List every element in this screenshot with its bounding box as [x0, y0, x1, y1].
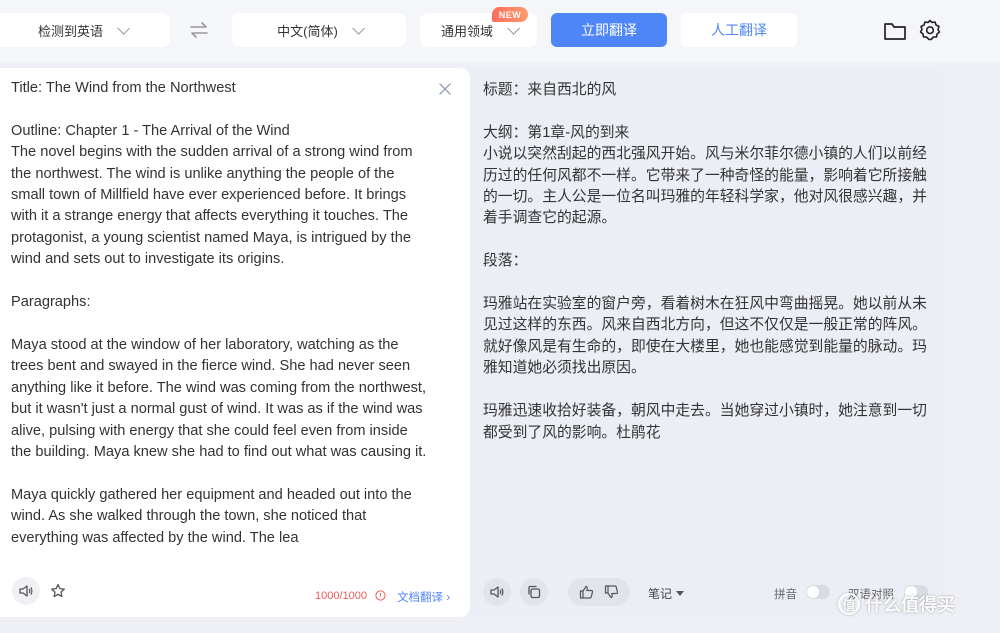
target-panel: 标题：来自西北的风 大纲：第1章-风的到来 小说以突然刮起的西北强风开始。风与米…: [470, 68, 944, 617]
swap-languages-icon[interactable]: [189, 21, 209, 39]
top-toolbar: 检测到英语 中文(简体) 通用领域 NEW 立即翻译 人工翻译: [0, 0, 1000, 62]
watermark-text: 什么值得买: [865, 595, 955, 615]
speaker-icon: [490, 586, 504, 598]
chevron-down-icon: [352, 21, 365, 35]
source-textarea[interactable]: Title: The Wind from the Northwest Outli…: [11, 78, 431, 549]
domain-label: 通用领域: [440, 23, 493, 39]
target-speaker-button[interactable]: [483, 578, 511, 606]
gear-icon[interactable]: [918, 18, 942, 42]
chevron-down-icon: [507, 21, 520, 35]
pinyin-toggle[interactable]: [806, 585, 830, 599]
caret-down-icon: [676, 591, 685, 596]
translate-now-button[interactable]: 立即翻译: [551, 13, 667, 47]
pinyin-label: 拼音: [774, 589, 797, 601]
copy-button[interactable]: [520, 578, 548, 606]
source-speaker-button[interactable]: [12, 577, 40, 605]
source-language-select[interactable]: 检测到英语: [0, 13, 170, 47]
source-language-label: 检测到英语: [37, 23, 103, 39]
source-panel: Title: The Wind from the Northwest Outli…: [0, 68, 470, 617]
chevron-down-icon: [117, 21, 130, 35]
watermark-badge: 值: [838, 593, 860, 615]
watermark: 值 什么值得买: [838, 591, 955, 617]
translation-output: 标题：来自西北的风 大纲：第1章-风的到来 小说以突然刮起的西北强风开始。风与米…: [483, 82, 927, 441]
star-icon[interactable]: [50, 583, 66, 599]
new-badge: NEW: [492, 7, 528, 22]
character-count: 1000/1000: [315, 590, 367, 602]
thumbs-up-icon[interactable]: [579, 585, 594, 599]
speaker-icon: [19, 585, 33, 597]
human-translate-button[interactable]: 人工翻译: [681, 13, 797, 47]
notes-label: 笔记: [648, 587, 673, 601]
thumbs-down-icon[interactable]: [604, 585, 619, 599]
copy-icon: [528, 585, 541, 599]
notes-dropdown[interactable]: 笔记: [648, 585, 685, 602]
close-icon[interactable]: [438, 82, 452, 96]
target-language-select[interactable]: 中文(简体): [232, 13, 406, 47]
feedback-buttons: [568, 578, 630, 606]
folder-icon[interactable]: [883, 20, 907, 42]
info-icon: [375, 590, 386, 601]
target-language-label: 中文(简体): [277, 23, 338, 39]
doc-translate-link[interactable]: 文档翻译 ›: [397, 589, 450, 605]
